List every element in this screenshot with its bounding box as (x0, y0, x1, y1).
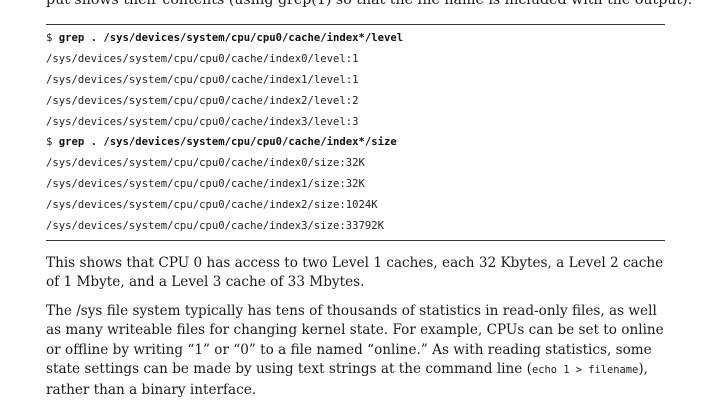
command-text: grep . /sys/devices/system/cpu/cpu0/cach… (58, 136, 397, 149)
intro-text-fragment: put shows their contents (using grep(1) … (46, 0, 693, 8)
shell-prompt: $ (46, 136, 59, 149)
code-listing: $ grep . /sys/devices/system/cpu/cpu0/ca… (46, 24, 665, 241)
command-text: grep . /sys/devices/system/cpu/cpu0/cach… (58, 32, 404, 44)
output-line: /sys/devices/system/cpu/cpu0/cache/index… (46, 94, 359, 107)
inline-code: echo 1 > filename (531, 364, 639, 377)
output-line: /sys/devices/system/cpu/cpu0/cache/index… (46, 115, 359, 128)
output-line: /sys/devices/system/cpu/cpu0/cache/index… (46, 178, 365, 191)
output-line: /sys/devices/system/cpu/cpu0/cache/index… (46, 220, 385, 233)
output-line: /sys/devices/system/cpu/cpu0/cache/index… (46, 73, 359, 86)
output-line: /sys/devices/system/cpu/cpu0/cache/index… (46, 52, 359, 65)
paragraph-cache-summary: This shows that CPU 0 has access to two … (46, 255, 664, 291)
shell-prompt: $ (46, 32, 59, 44)
output-line: /sys/devices/system/cpu/cpu0/cache/index… (46, 157, 365, 170)
output-line: /sys/devices/system/cpu/cpu0/cache/index… (46, 199, 378, 212)
paragraph-sys-filesystem: The /sys file system typically has tens … (46, 302, 676, 400)
command-line: $ grep . /sys/devices/system/cpu/cpu0/ca… (46, 28, 665, 49)
command-line: $ grep . /sys/devices/system/cpu/cpu0/ca… (46, 132, 665, 153)
